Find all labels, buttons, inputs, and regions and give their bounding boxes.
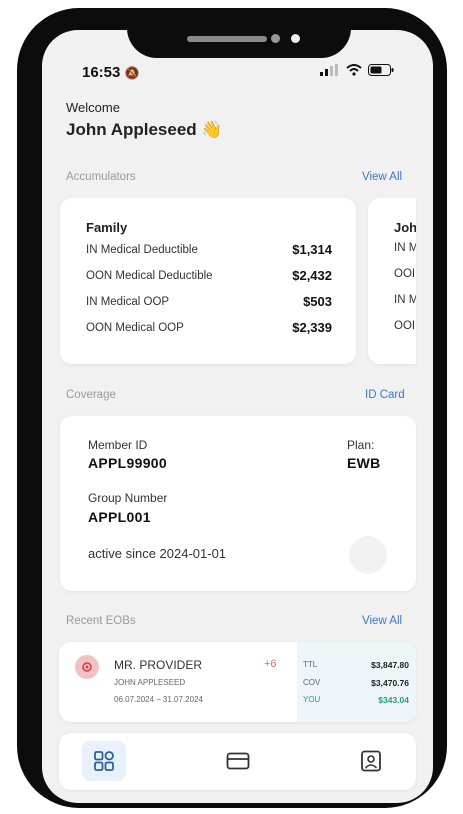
- accumulator-label: OON Medical OOP: [86, 321, 184, 334]
- speaker-grille: [187, 36, 267, 42]
- eob-coverage-label: COV: [303, 678, 321, 687]
- id-card-link[interactable]: ID Card: [365, 389, 405, 401]
- active-since-text: active since 2024-01-01: [88, 546, 227, 561]
- group-number-label: Group Number: [88, 491, 168, 505]
- accumulators-title: Accumulators: [66, 171, 136, 183]
- accumulator-label: OON Medical Deductible: [86, 269, 213, 282]
- accumulator-label: IN M: [394, 294, 416, 306]
- bottom-tab-bar: [59, 733, 416, 790]
- eob-you-label: YOU: [303, 695, 321, 704]
- accumulator-card-member[interactable]: Joh IN M OOI IN M OOI: [368, 198, 416, 364]
- coverage-card: Member ID APPL99900 Plan: EWB Group Numb…: [60, 416, 416, 591]
- status-time-text: 16:53: [82, 64, 121, 81]
- accumulator-row: IN Medical OOP $503: [86, 294, 332, 309]
- tab-cards[interactable]: [216, 741, 260, 781]
- eob-total-row: TTL $3,847.80: [303, 660, 409, 670]
- accumulator-row: OON Medical Deductible $2,432: [86, 268, 332, 283]
- accumulator-value: $2,432: [292, 268, 332, 283]
- eob-you-value: $343.04: [378, 695, 409, 705]
- accumulator-label: IN M: [394, 242, 416, 254]
- accumulator-value: $1,314: [292, 242, 332, 257]
- battery-icon: [368, 64, 394, 76]
- coverage-action-button[interactable]: [349, 536, 387, 574]
- eob-patient: JOHN APPLESEED: [114, 678, 186, 687]
- accumulator-label: IN Medical Deductible: [86, 243, 198, 256]
- tab-dashboard[interactable]: [82, 741, 126, 781]
- accumulator-row: OON Medical OOP $2,339: [86, 320, 332, 335]
- eob-total-value: $3,847.80: [371, 660, 409, 670]
- accumulator-value: $2,339: [292, 320, 332, 335]
- accumulators-view-all-link[interactable]: View All: [362, 171, 402, 183]
- accumulator-card-title: Joh: [394, 220, 416, 235]
- member-id-label: Member ID: [88, 438, 148, 452]
- dashboard-icon: [94, 751, 114, 771]
- provider-icon: [75, 655, 99, 679]
- sensor-dot: [271, 34, 280, 43]
- status-time: 16:53 🔕: [82, 64, 140, 81]
- profile-icon: [361, 750, 381, 772]
- medical-icon: [82, 662, 92, 672]
- coverage-title: Coverage: [66, 389, 116, 401]
- accumulator-row: IN Medical Deductible $1,314: [86, 242, 332, 257]
- camera-dot: [291, 34, 300, 43]
- eob-coverage-row: COV $3,470.76: [303, 678, 409, 688]
- tab-profile[interactable]: [349, 741, 393, 781]
- user-name: John Appleseed 👋: [66, 120, 223, 140]
- plan-label: Plan:: [347, 438, 375, 452]
- recent-eobs-view-all-link[interactable]: View All: [362, 615, 402, 627]
- wifi-icon: [346, 64, 362, 76]
- recent-eobs-title: Recent EOBs: [66, 615, 136, 627]
- accumulator-value: $503: [303, 294, 332, 309]
- status-icons: [320, 64, 394, 76]
- plan-value: EWB: [347, 455, 381, 471]
- accumulator-card-title: Family: [86, 220, 128, 235]
- group-number-value: APPL001: [88, 509, 151, 525]
- accumulator-label: IN Medical OOP: [86, 295, 170, 308]
- eob-provider: MR. PROVIDER: [114, 658, 203, 672]
- phone-notch: [127, 8, 351, 58]
- accumulator-row: OOI: [394, 320, 416, 332]
- eob-extra-count: +6: [264, 658, 277, 670]
- accumulator-row: IN M: [394, 294, 416, 306]
- eob-total-label: TTL: [303, 660, 318, 669]
- eob-you-row: YOU $343.04: [303, 695, 409, 705]
- member-id-value: APPL99900: [88, 455, 167, 471]
- accumulator-label: OOI: [394, 320, 416, 332]
- cellular-signal-icon: [320, 64, 338, 76]
- accumulator-row: OOI: [394, 268, 416, 280]
- eob-card[interactable]: MR. PROVIDER +6 JOHN APPLESEED 06.07.202…: [59, 642, 416, 722]
- welcome-text: Welcome: [66, 100, 120, 115]
- eob-date-range: 06.07.2024 – 31.07.2024: [114, 695, 203, 704]
- accumulator-card-family[interactable]: Family IN Medical Deductible $1,314 OON …: [60, 198, 356, 364]
- wave-icon: 👋: [201, 120, 223, 139]
- eob-coverage-value: $3,470.76: [371, 678, 409, 688]
- user-name-text: John Appleseed: [66, 120, 197, 139]
- accumulator-label: OOI: [394, 268, 416, 280]
- silent-bell-icon: 🔕: [124, 66, 140, 80]
- accumulator-row: IN M: [394, 242, 416, 254]
- card-icon: [226, 752, 250, 770]
